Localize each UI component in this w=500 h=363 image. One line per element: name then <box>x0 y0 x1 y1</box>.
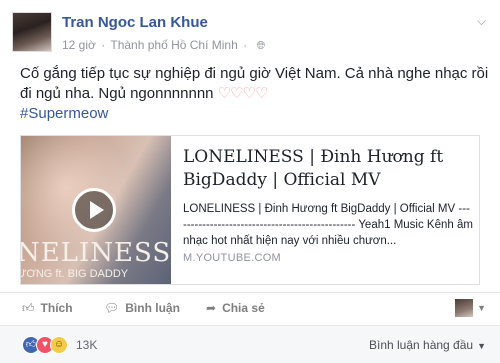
reaction-icons[interactable]: 👍︎ ♥ ☺ <box>22 336 68 354</box>
heart-emoji: ♡♡♡♡ <box>217 85 269 102</box>
post-location[interactable]: Thành phố Hồ Chí Minh <box>110 38 237 52</box>
thumbnail-subtitle: ƯƠNG ft. BIG DADDY <box>21 268 129 280</box>
hashtag-link[interactable]: #Supermeow <box>20 105 108 122</box>
caret-down-icon: ▼ <box>477 303 486 313</box>
share-label: Chia sẻ <box>222 301 265 315</box>
share-button[interactable]: ➦ Chia sẻ <box>206 301 265 315</box>
post-text: Cố gắng tiếp tục sự nghiệp đi ngủ giờ Vi… <box>20 64 490 124</box>
comment-sort-dropdown[interactable]: Bình luận hàng đầu ▼ <box>369 338 486 352</box>
link-description: LONELINESS | Đinh Hương ft BigDaddy | Of… <box>183 203 473 247</box>
post-meta: 12 giờ · Thành phố Hồ Chí Minh · 🌐︎ <box>62 38 265 53</box>
reaction-count[interactable]: 13K <box>76 338 97 352</box>
meta-separator-2: · <box>243 38 248 52</box>
comment-label: Bình luận <box>125 301 180 315</box>
globe-icon[interactable]: 🌐︎ <box>256 40 265 53</box>
like-label: Thích <box>40 301 73 315</box>
reactions-bar: 👍︎ ♥ ☺ 13K Bình luận hàng đầu ▼ <box>0 325 500 363</box>
post: Tran Ngoc Lan Khue 12 giờ · Thành phố Hồ… <box>0 0 500 363</box>
thumbnail-title: NELINESS <box>21 238 171 268</box>
chevron-down-icon[interactable]: ⌵ <box>477 14 486 29</box>
link-card-body: LONELINESS | Đinh Hương ft BigDaddy | Of… <box>183 146 473 249</box>
action-bar: 👍︎ Thích 💬︎ Bình luận ➦ Chia sẻ ▼ <box>0 292 500 324</box>
link-title[interactable]: LONELINESS | Đinh Hương ft BigDaddy | Of… <box>183 146 473 192</box>
sort-label: Bình luận hàng đầu <box>368 338 474 352</box>
comment-button[interactable]: 💬︎ Bình luận <box>104 301 180 315</box>
author-name[interactable]: Tran Ngoc Lan Khue <box>62 14 208 31</box>
play-icon[interactable] <box>72 188 116 232</box>
caret-down-icon: ▼ <box>477 341 486 351</box>
link-domain: M.YOUTUBE.COM <box>183 252 282 264</box>
link-preview-card[interactable]: NELINESS ƯƠNG ft. BIG DADDY LONELINESS |… <box>20 135 480 285</box>
author-avatar[interactable] <box>12 12 52 52</box>
video-thumbnail[interactable]: NELINESS ƯƠNG ft. BIG DADDY <box>21 136 171 284</box>
speech-bubble-icon: 💬︎ <box>104 301 120 315</box>
like-button[interactable]: 👍︎ Thích <box>22 301 73 316</box>
haha-reaction-icon: ☺ <box>50 336 68 354</box>
meta-separator: · <box>101 38 106 52</box>
share-arrow-icon: ➦ <box>206 301 217 315</box>
share-as-avatar <box>455 299 474 317</box>
share-as-selector[interactable]: ▼ <box>455 299 486 317</box>
post-time[interactable]: 12 giờ <box>62 38 96 52</box>
thumbs-up-icon: 👍︎ <box>22 301 35 315</box>
